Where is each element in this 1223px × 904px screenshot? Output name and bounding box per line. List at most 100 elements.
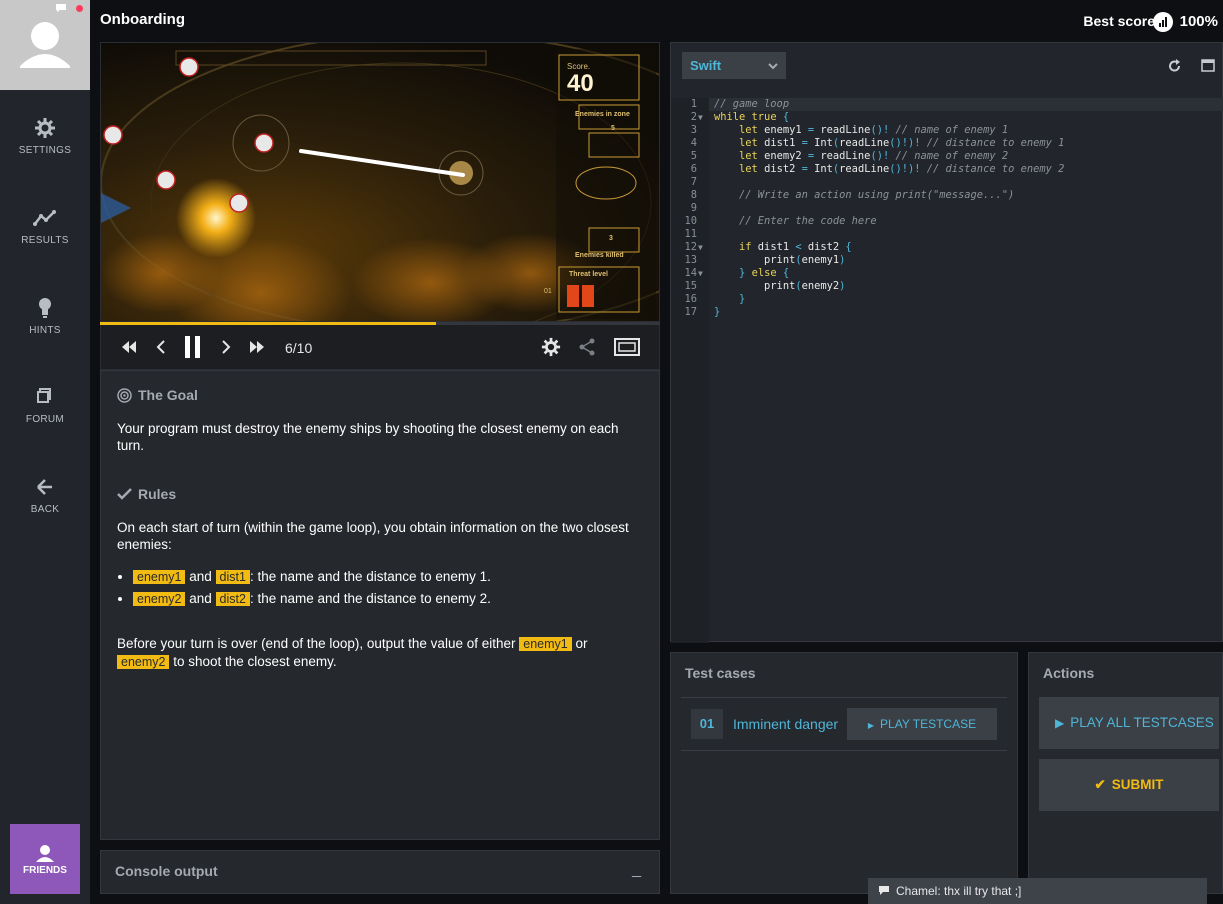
chat-bubble-icon[interactable] <box>55 3 67 13</box>
goal-heading: The Goal <box>117 387 643 403</box>
sidebar-item-hints[interactable]: HINTS <box>0 295 90 365</box>
rules-list: enemy1 and dist1: the name and the dista… <box>117 566 643 610</box>
fold-arrow-icon[interactable]: ▼ <box>698 111 703 124</box>
code-line: 7 <box>671 176 1223 189</box>
conjunction: or <box>575 636 588 651</box>
gear-icon <box>541 337 561 357</box>
submit-button[interactable]: ✔ SUBMIT <box>1039 759 1219 811</box>
var-highlight: enemy1 <box>133 570 186 584</box>
score-bars-icon <box>1153 12 1173 32</box>
rewind-button[interactable] <box>117 335 141 359</box>
sidebar-item-settings[interactable]: SETTINGS <box>0 115 90 185</box>
line-number: 14 <box>684 267 697 279</box>
console-panel[interactable]: Console output _ <box>100 850 660 894</box>
chevron-down-icon <box>768 63 778 70</box>
actions-title: Actions <box>1043 665 1095 681</box>
code-area[interactable]: 1// game loop 2 ▼ while true { 3 let enemy… <box>671 98 1223 643</box>
rules-intro: On each start of turn (within the game l… <box>117 520 629 552</box>
line-number: 17 <box>684 306 697 318</box>
hud-score-value: 40 <box>567 70 594 97</box>
best-score-value: 100% <box>1179 13 1218 30</box>
share-button[interactable] <box>575 335 599 359</box>
editor-toolbar: Swift <box>671 43 1223 89</box>
instruction-text: Before your turn is over (end of the loo… <box>117 636 516 651</box>
line-number: 1 <box>690 98 697 110</box>
var-highlight: enemy1 <box>519 637 572 651</box>
check-icon: ✔ <box>1094 777 1106 792</box>
code-line: 13 print(enemy1) <box>671 254 1223 267</box>
sidebar-item-label: SETTINGS <box>18 145 72 156</box>
target-icon <box>117 387 132 403</box>
fullscreen-icon <box>614 338 640 356</box>
conjunction: and <box>189 591 212 606</box>
line-number: 10 <box>684 215 697 227</box>
game-viewer[interactable]: Score. 40 Enemies in zone 5 3 Enemies ki… <box>100 42 660 322</box>
fullscreen-button[interactable] <box>613 335 641 359</box>
language-value: Swift <box>690 58 722 73</box>
play-testcase-button[interactable]: ▶ PLAY TESTCASE <box>847 708 997 740</box>
forum-icon <box>37 388 51 403</box>
list-item: enemy2 and dist2: the name and the dista… <box>133 588 643 610</box>
code-line: 14 ▼ } else { <box>671 267 1223 280</box>
pause-button[interactable] <box>181 335 205 359</box>
line-number: 5 <box>690 150 697 162</box>
console-title: Console output <box>115 863 218 879</box>
test-case-number: 01 <box>691 709 723 739</box>
check-icon <box>117 488 132 500</box>
test-case-name[interactable]: Imminent danger <box>733 716 838 732</box>
friends-label: FRIENDS <box>23 865 67 876</box>
hud-threat-label: Threat level <box>569 271 608 278</box>
bullet-text: : the name and the distance to enemy 1. <box>249 569 491 584</box>
instruction-text: to shoot the closest enemy. <box>173 654 337 669</box>
line-number: 8 <box>690 189 697 201</box>
player-controls: 6/10 <box>100 325 660 370</box>
maximize-icon[interactable] <box>1201 59 1215 72</box>
gear-icon <box>35 118 55 138</box>
sidebar-item-label: HINTS <box>29 325 61 336</box>
sidebar-item-results[interactable]: RESULTS <box>0 205 90 275</box>
test-cases-title: Test cases <box>685 665 756 681</box>
line-number: 7 <box>690 176 697 188</box>
code-line: 1// game loop <box>671 98 1223 111</box>
chat-bubble-icon <box>879 886 889 895</box>
pause-icon <box>185 336 200 358</box>
code-line: 2 ▼ while true { <box>671 111 1223 124</box>
play-icon: ▶ <box>867 721 875 730</box>
rules-title: Rules <box>138 486 177 502</box>
var-highlight: enemy2 <box>117 655 170 669</box>
game-scene: Score. 40 Enemies in zone 5 3 Enemies ki… <box>101 43 659 321</box>
code-line: 8 // Write an action using print("messag… <box>671 189 1223 202</box>
avatar[interactable] <box>0 0 90 90</box>
submit-label: SUBMIT <box>1111 777 1164 792</box>
step-forward-button[interactable] <box>214 335 238 359</box>
hud-enemies-in-zone-value: 5 <box>611 125 615 132</box>
line-number: 9 <box>690 202 697 214</box>
list-item: enemy1 and dist1: the name and the dista… <box>133 566 643 588</box>
sidebar-item-forum[interactable]: FORUM <box>0 384 90 454</box>
line-number: 16 <box>684 293 697 305</box>
language-select[interactable]: Swift <box>682 52 786 79</box>
chat-notification[interactable]: Chamel: thx ill try that ;] <box>868 878 1207 904</box>
test-cases-panel: Test cases 01 Imminent danger ▶ PLAY TEST… <box>670 652 1018 894</box>
fold-arrow-icon[interactable]: ▼ <box>698 267 703 280</box>
reset-icon[interactable] <box>1168 59 1182 73</box>
line-number: 2 <box>690 111 697 123</box>
fast-forward-button[interactable] <box>245 335 269 359</box>
code-line: 17} <box>671 306 1223 319</box>
play-all-testcases-button[interactable]: ▶ PLAY ALL TESTCASES <box>1039 697 1219 749</box>
minimize-button[interactable]: _ <box>632 861 641 879</box>
fold-arrow-icon[interactable]: ▼ <box>698 241 703 254</box>
viewer-settings-button[interactable] <box>539 335 563 359</box>
step-back-button[interactable] <box>149 335 173 359</box>
sidebar-item-label: RESULTS <box>21 235 69 246</box>
conjunction: and <box>189 569 212 584</box>
hud-enemies-in-zone-label: Enemies in zone <box>575 111 630 118</box>
sidebar-item-label: BACK <box>30 504 60 515</box>
chat-message: Chamel: thx ill try that ;] <box>896 884 1022 898</box>
share-icon <box>579 338 595 356</box>
sidebar-item-back[interactable]: BACK <box>0 474 90 544</box>
friends-button[interactable]: FRIENDS <box>10 824 80 894</box>
play-icon: ▶ <box>1055 716 1065 730</box>
line-number: 12 <box>684 241 697 253</box>
code-editor[interactable]: Swift 1// game loop 2 ▼ while true { 3 let… <box>670 42 1223 643</box>
